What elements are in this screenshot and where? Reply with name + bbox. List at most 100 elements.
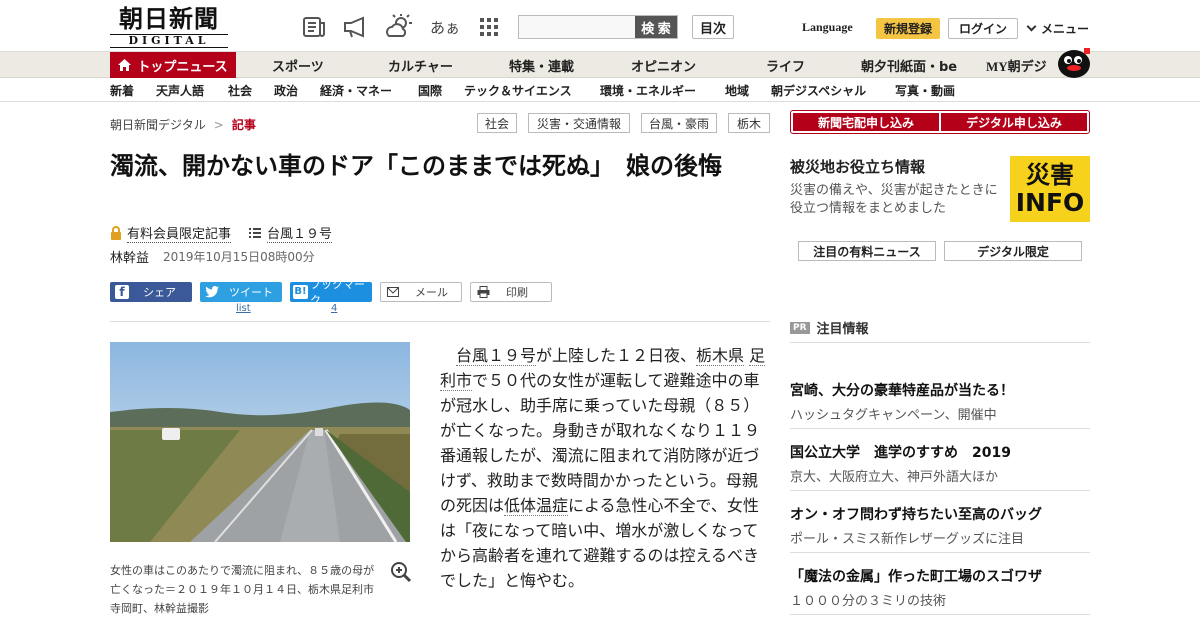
breadcrumb-current: 記事 bbox=[231, 118, 256, 132]
disaster-info-title[interactable]: 被災地お役立ち情報 bbox=[790, 156, 925, 177]
nav-economy[interactable]: 経済・マネー bbox=[320, 79, 392, 102]
twitter-share-button[interactable]: ツイート bbox=[200, 282, 282, 302]
nav-life[interactable]: ライフ bbox=[766, 52, 805, 78]
hatena-count[interactable]: 4 bbox=[331, 303, 337, 314]
nav-newspaper[interactable]: 朝夕刊紙面・be bbox=[861, 52, 957, 78]
delivery-subscribe-button[interactable]: 新聞宅配申し込み bbox=[793, 113, 939, 131]
pr-item[interactable]: 宮崎、大分の豪華特産品が当たる！ ハッシュタグキャンペーン、開催中 bbox=[790, 380, 1090, 423]
divider bbox=[790, 552, 1090, 553]
print-icon bbox=[477, 286, 490, 298]
language-link[interactable]: Language bbox=[802, 20, 853, 35]
nav-features[interactable]: 特集・連載 bbox=[509, 52, 574, 78]
divider bbox=[790, 490, 1090, 491]
nav-photo-video[interactable]: 写真・動画 bbox=[895, 79, 955, 102]
nav-sports[interactable]: スポーツ bbox=[272, 52, 324, 78]
nav-my-asahi[interactable]: MY朝デジ bbox=[986, 52, 1047, 78]
pr-item-subtitle: 京大、大阪府立大、神戸外語大ほか bbox=[790, 470, 999, 485]
tag-society[interactable]: 社会 bbox=[477, 113, 517, 133]
grid-menu-icon[interactable] bbox=[474, 12, 504, 42]
pr-item[interactable]: オン・オフ問わず持ちたい至高のバッグ ポール・スミス新作レザーグッズに注目 bbox=[790, 504, 1090, 547]
nav-international[interactable]: 国際 bbox=[418, 79, 442, 102]
pr-item[interactable]: 「魔法の金属」作った町工場のスゴワザ １０００分の３ミリの技術 bbox=[790, 566, 1090, 609]
search-box: 検 索 bbox=[518, 15, 678, 39]
menu-button[interactable]: メニュー bbox=[1026, 20, 1089, 37]
print-label: 印刷 bbox=[506, 286, 528, 299]
chevron-down-icon bbox=[1026, 21, 1037, 32]
hatena-bookmark-label: ブックマーク bbox=[310, 278, 366, 307]
font-size-icon[interactable]: あぁ bbox=[430, 12, 460, 42]
weather-icon[interactable] bbox=[385, 12, 415, 42]
nav-society[interactable]: 社会 bbox=[228, 79, 252, 102]
font-size-label: あぁ bbox=[430, 18, 461, 37]
megaphone-icon[interactable] bbox=[341, 12, 371, 42]
facebook-share-label: シェア bbox=[143, 286, 176, 299]
body-link-tochigi[interactable]: 栃木県 bbox=[696, 346, 745, 366]
primary-nav: トップニュース スポーツ カルチャー 特集・連載 オピニオン ライフ 朝夕刊紙面… bbox=[0, 48, 1200, 78]
pr-item-headline: 「魔法の金属」作った町工場のスゴワザ bbox=[790, 569, 1042, 585]
zoom-icon[interactable] bbox=[390, 561, 412, 583]
disaster-info-logo[interactable]: 災害 INFO bbox=[1010, 156, 1090, 222]
list-icon bbox=[249, 228, 262, 238]
body-text-3: で５０代の女性が運転して避難途中の車が冠水し、助手席に乗っていた母親（８５）が亡… bbox=[440, 371, 761, 515]
twitter-share-label: ツイート bbox=[229, 286, 273, 299]
series-link[interactable]: 台風１９号 bbox=[267, 223, 333, 243]
nav-culture[interactable]: カルチャー bbox=[388, 52, 453, 78]
print-button[interactable]: 印刷 bbox=[470, 282, 552, 302]
home-icon bbox=[118, 59, 132, 71]
nav-opinion[interactable]: オピニオン bbox=[631, 52, 696, 78]
nav-politics[interactable]: 政治 bbox=[274, 79, 298, 102]
mail-icon bbox=[387, 287, 399, 297]
pr-item-subtitle: ポール・スミス新作レザーグッズに注目 bbox=[790, 532, 1025, 547]
tag-tochigi[interactable]: 栃木 bbox=[728, 113, 770, 133]
author: 林幹益 bbox=[110, 251, 150, 266]
members-only-link[interactable]: 有料会員限定記事 bbox=[127, 223, 232, 243]
logo-text: 朝日新聞 bbox=[119, 4, 219, 33]
breadcrumb-home[interactable]: 朝日新聞デジタル bbox=[110, 116, 206, 133]
twitter-count[interactable]: list bbox=[236, 303, 251, 314]
pr-item-subtitle: １０００分の３ミリの技術 bbox=[790, 594, 947, 609]
twitter-icon bbox=[205, 286, 219, 298]
article-body: 台風１９号が上陸した１２日夜、栃木県 足利市で５０代の女性が運転して避難途中の車… bbox=[440, 343, 773, 593]
asahi-logo[interactable]: 朝日新聞 DIGITAL bbox=[110, 6, 228, 48]
divider bbox=[790, 342, 1090, 343]
pr-title: 注目情報 bbox=[816, 322, 869, 337]
site-header: 朝日新聞 DIGITAL あぁ 検 索 目次 Language 新規登録 ログイ… bbox=[0, 0, 1200, 52]
mail-button[interactable]: メール bbox=[380, 282, 462, 302]
pr-item[interactable]: 国公立大学 進学のすすめ 2019 京大、大阪府立大、神戸外語大ほか bbox=[790, 442, 1090, 485]
tab-paid-news[interactable]: 注目の有料ニュース bbox=[798, 241, 936, 261]
nav-region[interactable]: 地域 bbox=[725, 79, 749, 102]
lock-icon bbox=[111, 226, 121, 240]
divider bbox=[110, 321, 770, 322]
nav-environment[interactable]: 環境・エネルギー bbox=[600, 79, 696, 102]
login-button[interactable]: ログイン bbox=[948, 18, 1018, 39]
index-button[interactable]: 目次 bbox=[692, 15, 734, 39]
search-input[interactable] bbox=[519, 16, 637, 38]
breadcrumb: 朝日新聞デジタル > 記事 bbox=[110, 116, 256, 133]
facebook-icon: f bbox=[115, 285, 129, 299]
nav-latest[interactable]: 新着 bbox=[110, 79, 134, 102]
tab-digital-only[interactable]: デジタル限定 bbox=[944, 241, 1082, 261]
menu-label: メニュー bbox=[1041, 22, 1090, 36]
body-link-typhoon[interactable]: 台風１９号 bbox=[456, 346, 537, 366]
pr-item-headline: 宮崎、大分の豪華特産品が当たる！ bbox=[790, 383, 1014, 399]
pr-item-subtitle: ハッシュタグキャンペーン、開催中 bbox=[790, 408, 997, 423]
nav-tensei[interactable]: 天声人語 bbox=[156, 79, 204, 102]
signup-button[interactable]: 新規登録 bbox=[876, 18, 940, 39]
search-button[interactable]: 検 索 bbox=[635, 16, 677, 38]
pr-item-headline: 国公立大学 進学のすすめ 2019 bbox=[790, 445, 1011, 461]
publish-date: 2019年10月15日08時00分 bbox=[163, 250, 315, 264]
article-photo[interactable] bbox=[110, 342, 410, 542]
article-meta: 有料会員限定記事 台風１９号 bbox=[110, 223, 333, 243]
tag-typhoon[interactable]: 台風・豪雨 bbox=[641, 113, 717, 133]
nav-top-news[interactable]: トップニュース bbox=[110, 52, 236, 78]
digital-subscribe-button[interactable]: デジタル申し込み bbox=[941, 113, 1087, 131]
tag-disaster[interactable]: 災害・交通情報 bbox=[528, 113, 630, 133]
hatena-bookmark-button[interactable]: B! ブックマーク bbox=[290, 278, 372, 307]
mascot-icon[interactable] bbox=[1054, 44, 1092, 78]
facebook-share-button[interactable]: f シェア bbox=[110, 282, 192, 302]
nav-special[interactable]: 朝デジスペシャル bbox=[771, 79, 866, 102]
nav-tech-science[interactable]: テック＆サイエンス bbox=[464, 79, 572, 102]
body-link-hypothermia[interactable]: 低体温症 bbox=[504, 496, 569, 516]
newspaper-icon[interactable] bbox=[300, 12, 330, 42]
disaster-logo-top: 災害 bbox=[1026, 161, 1074, 189]
